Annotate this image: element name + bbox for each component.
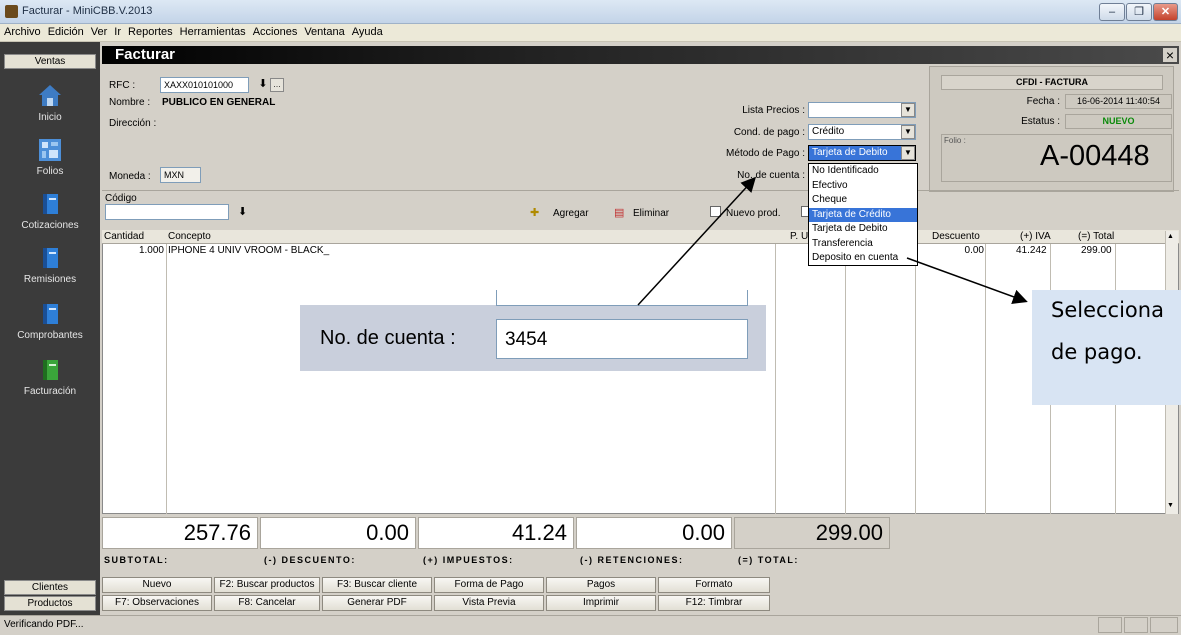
imprimir-button[interactable]: Imprimir xyxy=(546,595,656,611)
retenciones-value: 0.00 xyxy=(576,517,732,549)
status-bar xyxy=(0,615,1181,635)
total-value: 299.00 xyxy=(734,517,890,549)
status-panel xyxy=(1098,617,1122,633)
subtotal-value: 257.76 xyxy=(102,517,258,549)
status-panel xyxy=(1150,617,1178,633)
formato-button[interactable]: Formato xyxy=(658,577,770,593)
forma-pago-button[interactable]: Forma de Pago xyxy=(434,577,544,593)
observaciones-button[interactable]: F7: Observaciones xyxy=(102,595,212,611)
descuento-label: (-) DESCUENTO: xyxy=(264,555,356,565)
total-label: (=) TOTAL: xyxy=(738,555,799,565)
buscar-cliente-button[interactable]: F3: Buscar cliente xyxy=(322,577,432,593)
pagos-button[interactable]: Pagos xyxy=(546,577,656,593)
cancelar-button[interactable]: F8: Cancelar xyxy=(214,595,320,611)
buscar-productos-button[interactable]: F2: Buscar productos xyxy=(214,577,320,593)
descuento-value: 0.00 xyxy=(260,517,416,549)
generar-pdf-button[interactable]: Generar PDF xyxy=(322,595,432,611)
impuestos-label: (+) IMPUESTOS: xyxy=(423,555,514,565)
arrow-to-callout xyxy=(906,257,1028,304)
subtotal-label: SUBTOTAL: xyxy=(104,555,169,565)
retenciones-label: (-) RETENCIONES: xyxy=(580,555,684,565)
status-panel xyxy=(1124,617,1148,633)
timbrar-button[interactable]: F12: Timbrar xyxy=(658,595,770,611)
impuestos-value: 41.24 xyxy=(418,517,574,549)
vista-previa-button[interactable]: Vista Previa xyxy=(434,595,544,611)
arrow-to-cuenta xyxy=(637,176,757,306)
nuevo-button[interactable]: Nuevo xyxy=(102,577,212,593)
status-text: Verificando PDF... xyxy=(4,619,84,630)
